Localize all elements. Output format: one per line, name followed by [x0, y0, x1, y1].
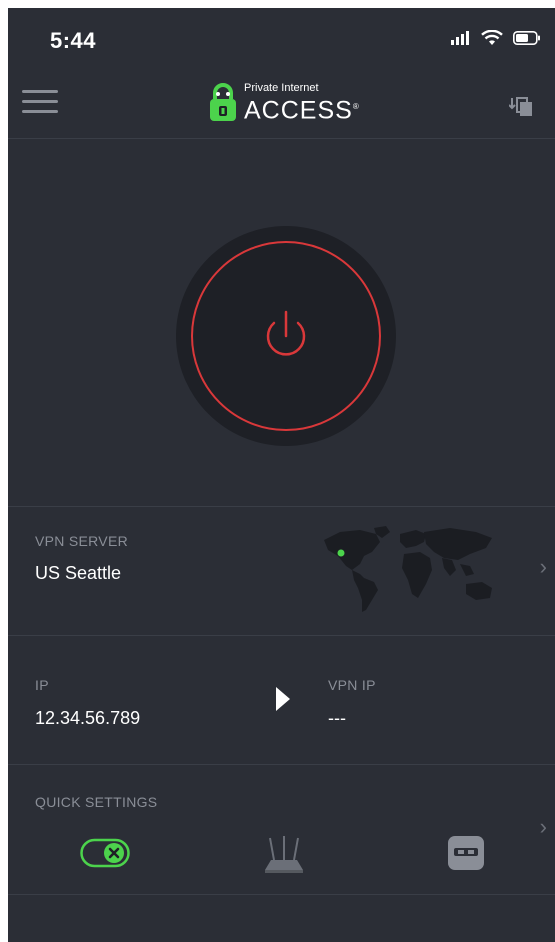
region-switch-icon[interactable] [508, 94, 535, 120]
chevron-right-icon[interactable]: › [540, 814, 547, 840]
status-time: 5:44 [50, 28, 97, 53]
wifi-icon [481, 30, 503, 45]
chevron-right-icon: › [539, 554, 547, 579]
private-browser-icon[interactable] [448, 836, 484, 875]
network-router-icon[interactable] [261, 834, 307, 879]
quick-settings-row: QUICK SETTINGS › [8, 764, 555, 895]
vpn-server-row[interactable]: VPN SERVER US Seattle › [8, 506, 555, 636]
vpn-ip-label: VPN IP [328, 677, 376, 693]
battery-icon [513, 31, 540, 45]
connect-area [8, 139, 555, 507]
ip-label: IP [35, 677, 49, 693]
signal-icon [451, 31, 469, 45]
power-icon [266, 310, 306, 356]
vpn-server-label: VPN SERVER [35, 533, 128, 549]
logo-text-big: ACCESS® [244, 94, 360, 123]
ip-value: 12.34.56.789 [35, 708, 141, 728]
app-header: Private Internet ACCESS® [8, 72, 555, 139]
quick-settings-label: QUICK SETTINGS [35, 794, 158, 810]
logo-trademark: ® [352, 102, 360, 111]
connect-button[interactable] [191, 241, 381, 431]
ip-row: IP 12.34.56.789 VPN IP --- [8, 635, 555, 765]
logo-brand: ACCESS [244, 96, 353, 125]
connect-button-background [176, 226, 396, 446]
vpn-ip-value: --- [328, 708, 346, 728]
arrow-right-icon [276, 687, 290, 711]
logo-text: Private Internet ACCESS® [244, 82, 360, 123]
app-screen: 5:44 Private Internet ACCESS® VPN SERVER… [8, 8, 555, 942]
vpn-server-value: US Seattle [35, 563, 122, 583]
killswitch-toggle-icon[interactable] [80, 838, 130, 873]
hamburger-menu-icon[interactable] [22, 90, 58, 120]
lock-robot-icon [210, 82, 236, 121]
app-logo: Private Internet ACCESS® [208, 82, 360, 123]
status-icons [451, 30, 541, 46]
status-bar: 5:44 [8, 8, 555, 72]
logo-text-small: Private Internet [244, 82, 319, 94]
world-map-icon [324, 526, 492, 612]
